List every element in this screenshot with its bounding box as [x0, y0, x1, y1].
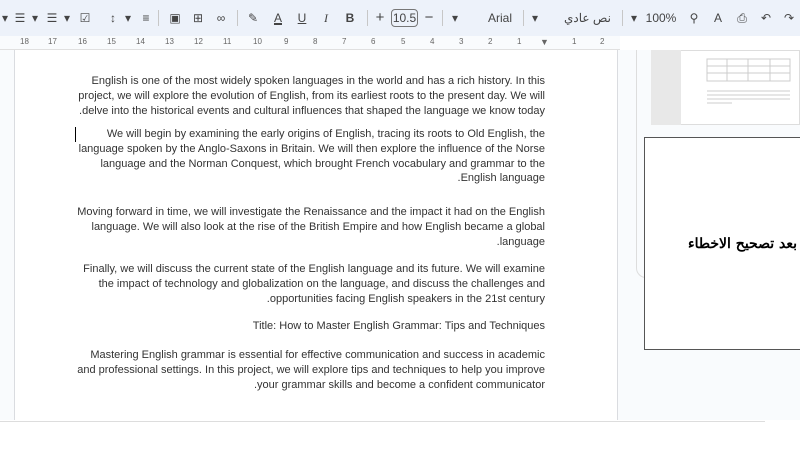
ruler-tick: 9	[284, 37, 289, 46]
dropdown-arrow-icon[interactable]: ▾	[62, 9, 72, 27]
ruler[interactable]: 18 17 16 15 14 13 12 11 10 9 8 7 6 5 4 3…	[0, 36, 620, 50]
decrease-font-icon[interactable]: −	[421, 9, 437, 27]
document-paragraph[interactable]: Finally, we will discuss the current sta…	[75, 262, 545, 306]
ruler-tick: 2	[488, 37, 493, 46]
text-line: .delve into the historical events and cu…	[79, 104, 545, 117]
annotation-box: بعد تصحيح الاخطاء	[644, 137, 800, 350]
divider	[0, 421, 765, 422]
style-dropdown-arrow-icon[interactable]: ▾	[528, 9, 542, 27]
dropdown-arrow-icon[interactable]: ▾	[0, 9, 10, 27]
document-title-line[interactable]: Title: How to Master English Grammar: Ti…	[75, 319, 545, 334]
indent-marker-icon[interactable]: ▼	[540, 37, 549, 47]
dropdown-arrow-icon[interactable]: ▾	[123, 9, 133, 27]
text-line: the impact of technology and globalizati…	[98, 277, 545, 290]
link-icon[interactable]: ∞	[211, 9, 231, 27]
document-paragraph[interactable]: We will begin by examining the early ori…	[75, 127, 545, 186]
text-line: Title: How to Master English Grammar: Ti…	[252, 320, 545, 332]
zoom-select[interactable]: 100%	[644, 9, 678, 27]
comment-icon[interactable]: ⊞	[188, 9, 208, 27]
ruler-tick: 16	[78, 37, 87, 46]
undo-icon[interactable]: ↶	[757, 9, 775, 27]
text-line: .English language	[457, 172, 545, 185]
ruler-tick: 1	[572, 37, 577, 46]
document-paragraph[interactable]: Moving forward in time, we will investig…	[75, 205, 545, 249]
text-line: English is one of the most widely spoken…	[91, 75, 546, 87]
ruler-tick: 8	[313, 37, 318, 46]
spellcheck-icon[interactable]: A	[709, 9, 727, 27]
ruler-tick: 17	[48, 37, 57, 46]
increase-font-icon[interactable]: +	[372, 9, 388, 27]
text-line: .opportunities facing English speakers i…	[266, 292, 545, 305]
text-line: and professional settings. In this proje…	[77, 363, 545, 376]
text-line: project, we will explore the evolution o…	[78, 89, 545, 102]
redo-icon[interactable]: ↷	[780, 9, 798, 27]
image-icon[interactable]: ▣	[165, 9, 185, 27]
underline-icon[interactable]: U	[292, 9, 312, 27]
font-family-select[interactable]: Arial	[480, 9, 520, 27]
bulleted-list-icon[interactable]: ☰	[42, 9, 62, 27]
document-paragraph[interactable]: English is one of the most widely spoken…	[75, 74, 545, 118]
text-line: Mastering English grammar is essential f…	[90, 349, 545, 361]
font-size-input[interactable]: 10.5	[391, 9, 418, 27]
ruler-tick: 12	[194, 37, 203, 46]
document-paragraph[interactable]: Mastering English grammar is essential f…	[75, 348, 545, 392]
text-line: Moving forward in time, we will investig…	[77, 206, 545, 218]
paragraph-style-select[interactable]: نص عادي	[560, 9, 615, 27]
thumbnail-margin	[651, 50, 681, 125]
ruler-tick: 5	[401, 37, 406, 46]
bold-icon[interactable]: B	[340, 9, 360, 27]
ruler-tick: 7	[342, 37, 347, 46]
toolbar: ▾ ☰ ▾ ☰ ▾ ☑ ↕ ▾ ≡ ▣ ⊞ ∞ ✎ A U I B + 10.5…	[0, 0, 800, 36]
paint-format-icon[interactable]: ⚲	[685, 9, 703, 27]
checklist-icon[interactable]: ☑	[75, 9, 95, 27]
text-line: language spoken by the Anglo-Saxons in B…	[78, 142, 545, 155]
ruler-tick: 4	[430, 37, 435, 46]
font-dropdown-arrow-icon[interactable]: ▾	[448, 9, 462, 27]
italic-icon[interactable]: I	[316, 9, 336, 27]
ruler-tick: 18	[20, 37, 29, 46]
text-line: language and the Norman Conquest, which …	[100, 157, 545, 170]
ruler-tick: 11	[223, 37, 232, 46]
text-line: Finally, we will discuss the current sta…	[83, 263, 545, 275]
text-line: We will begin by examining the early ori…	[75, 127, 545, 142]
text-line: language. We will also look at the rise …	[91, 220, 546, 233]
ruler-tick: 2	[600, 37, 605, 46]
align-right-icon[interactable]: ≡	[136, 9, 156, 27]
numbered-list-icon[interactable]: ☰	[10, 9, 30, 27]
ruler-tick: 10	[253, 37, 262, 46]
ruler-tick: 13	[165, 37, 174, 46]
annotation-text: بعد تصحيح الاخطاء	[688, 235, 797, 252]
text-color-icon[interactable]: A	[268, 9, 288, 27]
text-line: .your grammar skills and become a confid…	[253, 378, 545, 391]
print-icon[interactable]: ⎙	[733, 9, 751, 27]
ruler-tick: 6	[371, 37, 376, 46]
ruler-tick: 14	[136, 37, 145, 46]
ruler-tick: 15	[107, 37, 116, 46]
text-line: .language	[496, 235, 545, 248]
line-spacing-icon[interactable]: ↕	[103, 9, 123, 27]
dropdown-arrow-icon[interactable]: ▾	[30, 9, 40, 27]
highlight-icon[interactable]: ✎	[243, 9, 263, 27]
ruler-tick: 1	[517, 37, 522, 46]
zoom-dropdown-arrow-icon[interactable]: ▾	[627, 9, 641, 27]
ruler-tick: 3	[459, 37, 464, 46]
